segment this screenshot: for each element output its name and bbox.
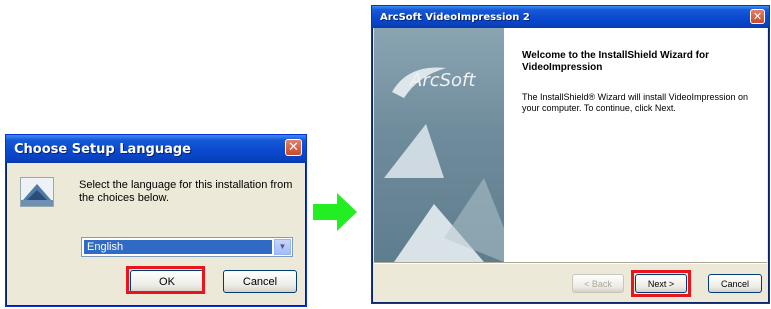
wizard-content: Welcome to the InstallShield Wizard for …	[504, 28, 767, 262]
choose-setup-language-dialog: Choose Setup Language ✕ Select the langu…	[5, 134, 307, 307]
close-button[interactable]: ✕	[285, 139, 302, 156]
cancel-button[interactable]: Cancel	[223, 270, 297, 293]
arcsoft-logo: ArcSoft	[410, 70, 476, 91]
dialog-titlebar[interactable]: Choose Setup Language	[6, 135, 306, 163]
next-button-highlight	[631, 270, 691, 297]
close-button[interactable]: ✕	[750, 9, 765, 24]
right-arrow-icon	[313, 193, 357, 231]
close-icon: ✕	[752, 10, 763, 23]
language-select[interactable]: English ▼	[81, 237, 293, 257]
wizard-title: ArcSoft VideoImpression 2	[380, 11, 530, 23]
cancel-button-label: Cancel	[242, 275, 278, 288]
ok-button-highlight	[126, 266, 205, 294]
welcome-body: The InstallShield® Wizard will install V…	[522, 92, 749, 113]
setup-icon	[20, 177, 54, 207]
dialog-title: Choose Setup Language	[14, 141, 191, 157]
wizard-side-banner: ArcSoft	[374, 28, 504, 262]
wizard-titlebar[interactable]: ArcSoft VideoImpression 2	[372, 6, 769, 28]
arcsoft-graphic-icon	[384, 67, 504, 262]
close-icon: ✕	[288, 140, 299, 155]
installshield-wizard-dialog: ArcSoft VideoImpression 2 ✕ ArcSoft Welc…	[371, 5, 770, 304]
cancel-button-label: Cancel	[720, 278, 749, 289]
back-button-label: < Back	[584, 278, 612, 289]
dialog-message: Select the language for this installatio…	[79, 179, 293, 204]
divider	[374, 262, 767, 264]
cancel-button[interactable]: Cancel	[708, 274, 762, 293]
back-button[interactable]: < Back	[572, 274, 624, 293]
welcome-heading: Welcome to the InstallShield Wizard for …	[522, 50, 709, 73]
chevron-down-icon[interactable]: ▼	[274, 239, 291, 255]
language-select-value: English	[84, 240, 272, 254]
